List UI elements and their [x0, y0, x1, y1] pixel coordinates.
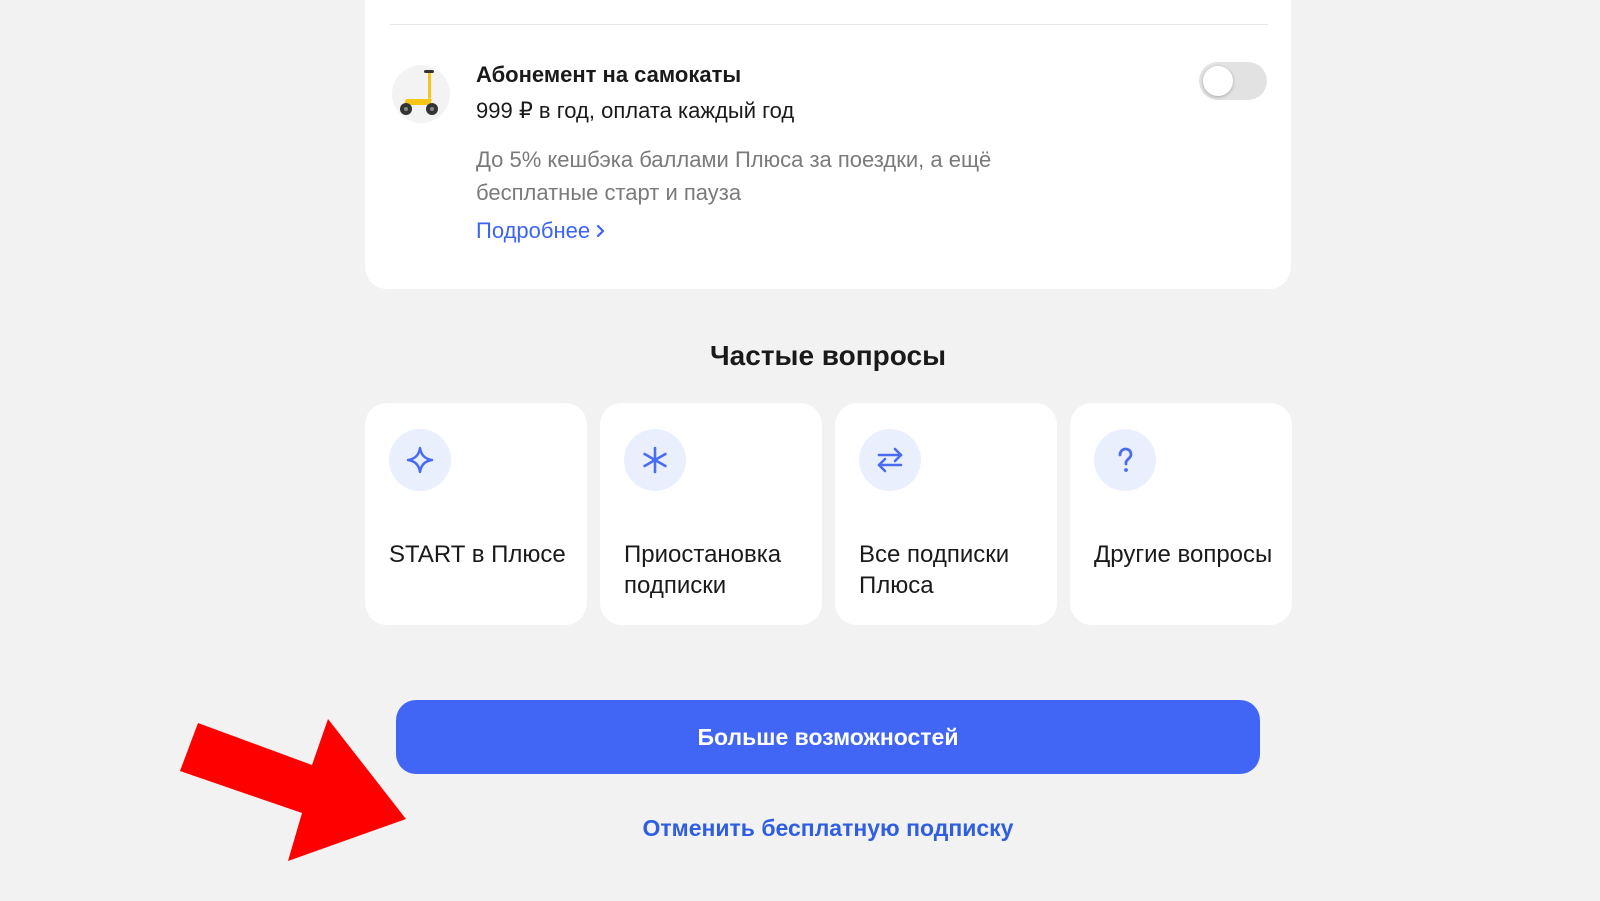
sparkle-icon: [389, 429, 451, 491]
toggle-knob: [1203, 66, 1233, 96]
subscription-description: До 5% кешбэка баллами Плюса за поездки, …: [476, 147, 992, 205]
faq-card-all-subscriptions[interactable]: Все подписки Плюса: [835, 403, 1057, 625]
more-features-button[interactable]: Больше возможностей: [396, 700, 1260, 774]
asterisk-icon: [624, 429, 686, 491]
more-link-label: Подробнее: [476, 218, 591, 243]
faq-label: Все подписки Плюса: [859, 541, 1010, 599]
question-icon: [1094, 429, 1156, 491]
faq-card-other-questions[interactable]: Другие вопросы: [1070, 403, 1292, 625]
swap-arrows-icon: [859, 429, 921, 491]
subscription-toggle[interactable]: [1199, 62, 1267, 100]
subscription-price: 999 ₽ в год, оплата каждый год: [476, 98, 795, 123]
annotation-arrow-icon: [180, 715, 410, 865]
subscription-title: Абонемент на самокаты: [476, 62, 742, 87]
chevron-right-icon: [596, 218, 606, 244]
faq-title: Частые вопросы: [710, 340, 946, 371]
faq-card-pause[interactable]: Приостановка подписки: [600, 403, 822, 625]
faq-label: START в Плюсе: [389, 541, 566, 568]
faq-card-start[interactable]: START в Плюсе: [365, 403, 587, 625]
more-link[interactable]: Подробнее: [476, 218, 606, 244]
faq-label: Другие вопросы: [1094, 541, 1273, 568]
card-divider: [390, 24, 1268, 25]
faq-label: Приостановка подписки: [624, 541, 782, 599]
scooter-icon: [392, 65, 450, 123]
